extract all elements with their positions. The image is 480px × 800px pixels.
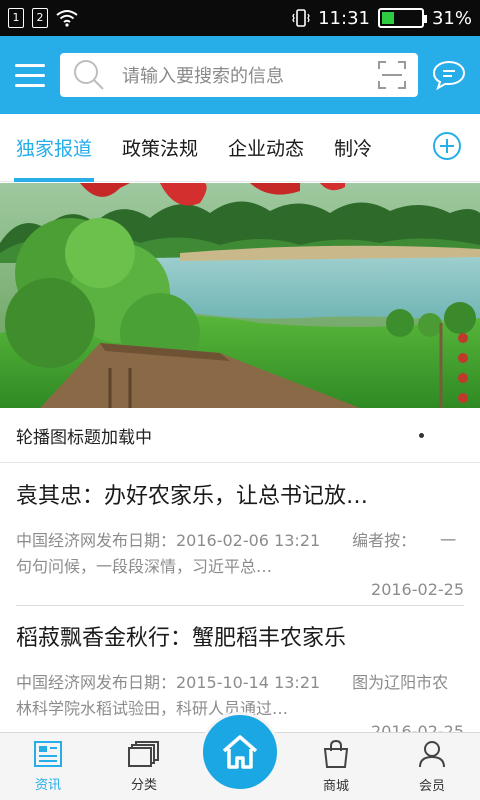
menu-icon <box>15 63 45 67</box>
nav-shop[interactable]: 商城 <box>288 733 384 800</box>
nav-news-label: 资讯 <box>34 778 61 793</box>
article-title[interactable]: 稻菽飘香金秋行：蟹肥稻丰农家乐 <box>16 620 464 652</box>
tab-exclusive[interactable]: 独家报道 <box>13 114 95 182</box>
news-icon <box>34 741 62 767</box>
banner-carousel[interactable] <box>0 183 480 408</box>
divider <box>16 605 464 606</box>
battery-level <box>381 12 394 24</box>
carousel-indicator[interactable] <box>419 432 424 438</box>
article-title[interactable]: 袁其忠：办好农家乐，让总书记放… <box>16 478 464 510</box>
sim2-icon: 2 <box>32 8 48 28</box>
tab-policy[interactable]: 政策法规 <box>122 114 198 182</box>
home-button[interactable] <box>200 712 280 792</box>
category-tabs: 独家报道 政策法规 企业动态 制冷 <box>0 114 480 182</box>
search-input[interactable]: 请输入要搜索的信息 <box>122 62 378 88</box>
wifi-icon <box>56 10 78 27</box>
app-header: 请输入要搜索的信息 <box>0 36 480 114</box>
vibrate-icon <box>292 9 310 27</box>
user-icon <box>419 741 445 768</box>
article-item[interactable]: 袁其忠：办好农家乐，让总书记放… 中国经济网发布日期：2016-02-06 13… <box>0 478 480 599</box>
chat-bubble-icon <box>432 60 466 90</box>
search-bar[interactable]: 请输入要搜索的信息 <box>60 53 418 97</box>
search-icon <box>74 60 104 90</box>
shopping-bag-icon <box>323 739 349 768</box>
battery-icon <box>377 8 427 28</box>
banner-caption-text: 轮播图标题加载中 <box>16 427 152 448</box>
nav-category-label: 分类 <box>130 778 157 793</box>
scan-icon[interactable] <box>378 61 406 89</box>
banner-image <box>0 183 480 408</box>
tab-refrigeration[interactable]: 制冷 <box>334 114 374 182</box>
category-icon <box>128 741 159 767</box>
nav-news[interactable]: 资讯 <box>0 733 96 800</box>
tab-company-news[interactable]: 企业动态 <box>228 114 304 182</box>
nav-member[interactable]: 会员 <box>384 733 480 800</box>
nav-member-label: 会员 <box>418 779 445 794</box>
banner-caption: 轮播图标题加载中 <box>0 408 480 463</box>
status-bar: 1 2 11:31 31% <box>0 0 480 36</box>
article-summary: 中国经济网发布日期：2016-02-06 13:21 编者按： 一句句问候，一段… <box>16 531 457 576</box>
status-time: 11:31 <box>318 7 370 29</box>
home-icon <box>222 735 258 769</box>
message-button[interactable] <box>418 60 480 90</box>
battery-percent: 31% <box>431 7 472 29</box>
add-tab-icon[interactable] <box>432 131 462 161</box>
nav-shop-label: 商城 <box>322 779 349 794</box>
menu-button[interactable] <box>0 36 60 114</box>
article-date: 2016-02-25 <box>371 580 464 599</box>
nav-category[interactable]: 分类 <box>96 733 192 800</box>
sim1-icon: 1 <box>8 8 24 28</box>
